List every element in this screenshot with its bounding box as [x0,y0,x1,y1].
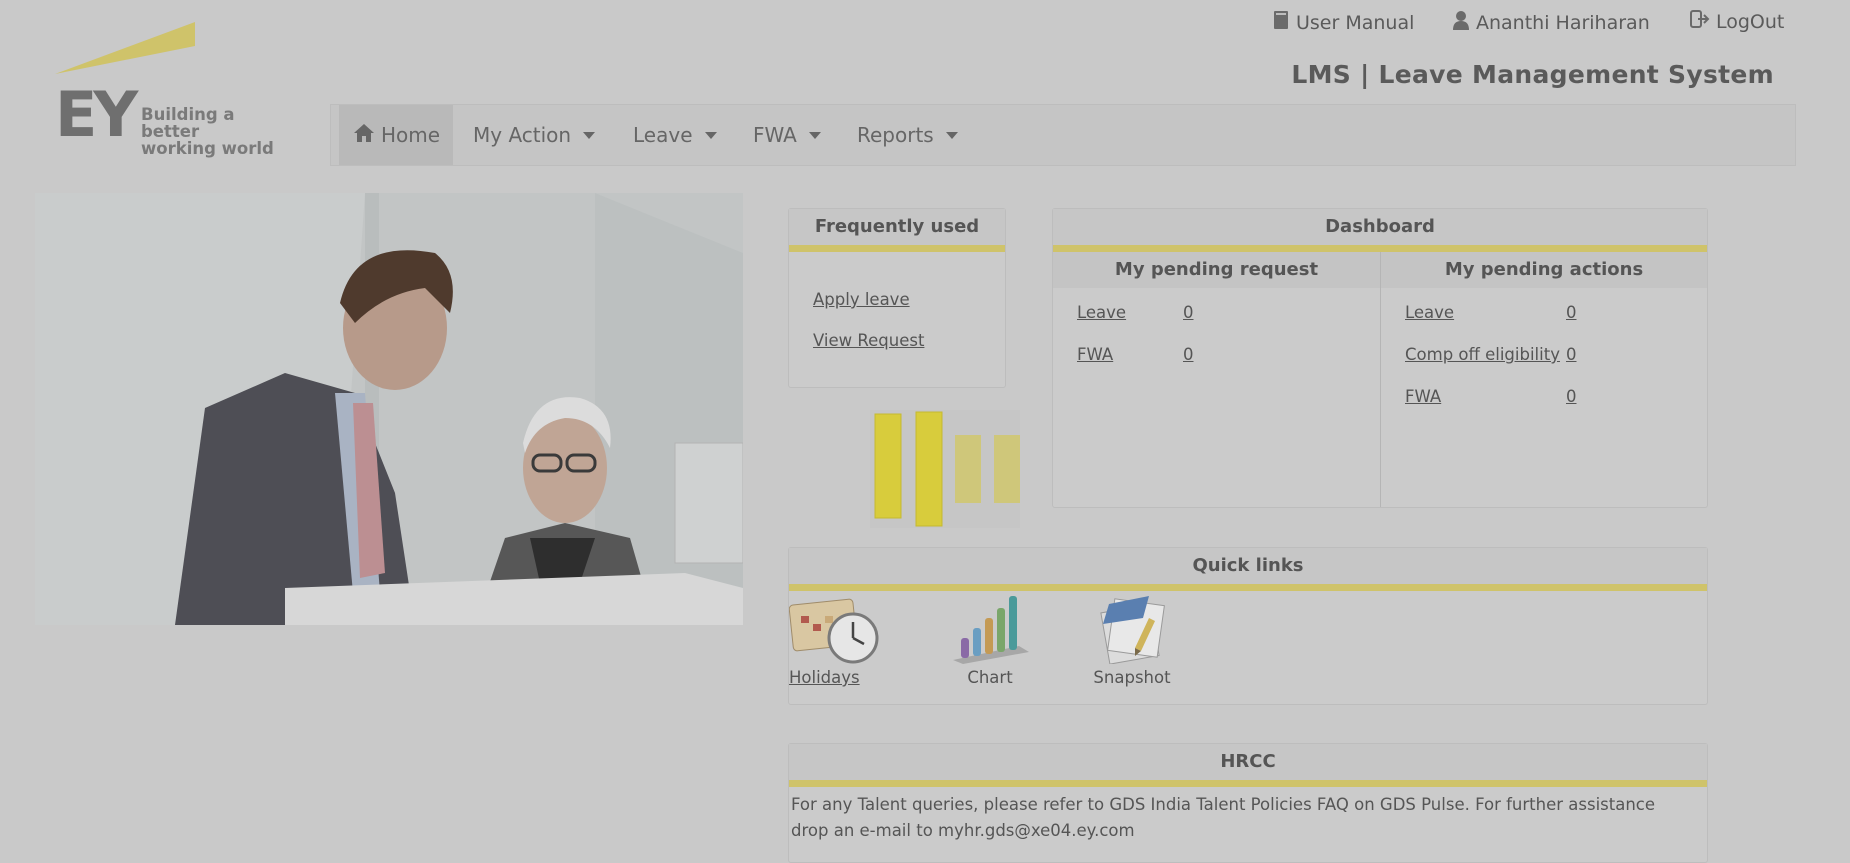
pending-actions-compoff-link[interactable]: Comp off eligibility [1405,345,1560,364]
nav-my-action[interactable]: My Action [459,105,609,165]
quick-link-snapshot[interactable]: Snapshot [1091,594,1173,687]
section-title: My pending actions [1381,252,1707,288]
main-navbar: Home My Action Leave FWA Reports [330,104,1796,166]
quick-link-chart[interactable]: Chart [949,594,1031,687]
quick-link-holidays[interactable]: Holidays [788,594,883,687]
chevron-down-icon [945,131,958,139]
pending-request-leave-link[interactable]: Leave [1077,303,1126,322]
pending-request-fwa-count[interactable]: 0 [1183,345,1194,364]
apply-leave-link[interactable]: Apply leave [813,290,910,309]
pending-request-fwa-link[interactable]: FWA [1077,345,1113,364]
chart-label: Chart [967,668,1013,687]
logo-tagline: Building a better working world [141,105,274,158]
panel-title: Frequently used [789,209,1005,245]
logo-mark: EY [55,78,138,151]
pending-request-leave-count[interactable]: 0 [1183,303,1194,322]
pending-actions-section: My pending actions Leave 0 Comp off elig… [1381,252,1707,507]
user-icon [1452,10,1470,35]
panel-divider [789,584,1707,591]
panel-divider [1053,245,1707,252]
panel-title: Dashboard [1053,209,1707,245]
pending-actions-compoff-count[interactable]: 0 [1566,345,1577,364]
decorative-bars-graphic [870,410,1020,528]
quick-links-panel: Quick links Holidays Chart Snapshot [788,547,1708,705]
book-icon [1272,10,1290,35]
user-manual-link[interactable]: User Manual [1272,10,1414,35]
panel-title: Quick links [789,548,1707,584]
panel-title: HRCC [789,744,1707,780]
pending-actions-leave-count[interactable]: 0 [1566,303,1577,322]
chevron-down-icon [704,131,717,139]
logo-beam-icon [55,22,195,74]
nav-leave[interactable]: Leave [619,105,731,165]
pending-request-section: My pending request Leave 0 FWA 0 [1053,252,1381,507]
hero-image [35,193,743,625]
chevron-down-icon [583,131,596,139]
view-request-link[interactable]: View Request [813,331,924,350]
panel-divider [789,245,1005,252]
calendar-clock-icon [788,598,883,668]
nav-reports[interactable]: Reports [843,105,972,165]
ey-logo: EY Building a better working world [55,22,295,157]
app-title: LMS | Leave Management System [1291,60,1774,89]
logout-link[interactable]: LogOut [1690,10,1784,33]
pending-actions-leave-link[interactable]: Leave [1405,303,1454,322]
user-profile-link[interactable]: Ananthi Hariharan [1452,10,1650,35]
panel-divider [789,780,1707,787]
hrcc-message: For any Talent queries, please refer to … [791,795,1656,840]
holidays-label[interactable]: Holidays [789,668,883,687]
nav-home[interactable]: Home [339,105,453,165]
home-icon [353,123,375,148]
snapshot-label: Snapshot [1093,668,1171,687]
dashboard-panel: Dashboard My pending request Leave 0 FWA… [1052,208,1708,508]
document-pencil-icon [1091,596,1173,668]
pending-actions-fwa-count[interactable]: 0 [1566,387,1577,406]
nav-fwa[interactable]: FWA [739,105,835,165]
chevron-down-icon [808,131,821,139]
bar-chart-icon [949,596,1031,668]
hrcc-panel: HRCC For any Talent queries, please refe… [788,743,1708,863]
frequently-used-panel: Frequently used Apply leave View Request [788,208,1006,388]
section-title: My pending request [1053,252,1380,288]
logout-icon [1690,10,1710,33]
pending-actions-fwa-link[interactable]: FWA [1405,387,1441,406]
